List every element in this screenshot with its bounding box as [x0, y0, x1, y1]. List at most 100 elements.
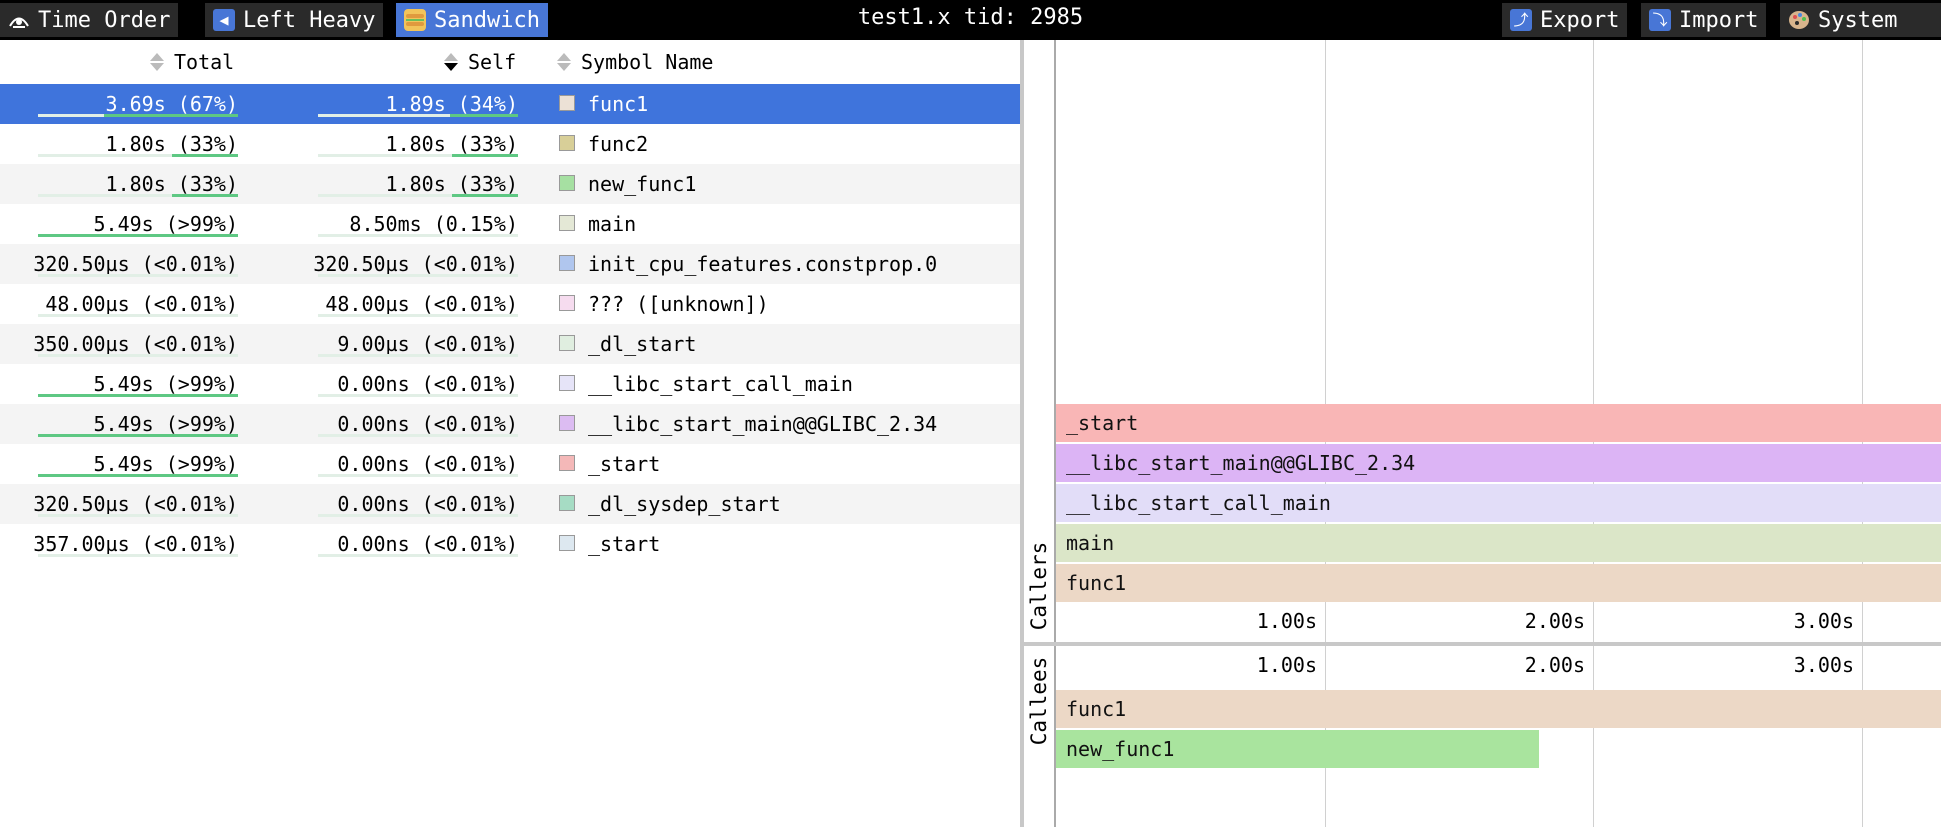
table-row[interactable]: 357.00µs (<0.01%) 0.00ns (<0.01%) _start [0, 524, 1020, 564]
callers-frame[interactable]: func1 [1056, 564, 1941, 602]
import-button[interactable]: ⤵ Import [1641, 3, 1767, 37]
color-swatch [559, 215, 575, 231]
self-value: 8.50ms (0.15%) [349, 212, 518, 236]
table-row[interactable]: 5.49s (>99%) 0.00ns (<0.01%) __libc_start_… [0, 404, 1020, 444]
sandwich-button[interactable]: Sandwich [396, 3, 548, 37]
total-bar-track [38, 154, 238, 157]
toolbar: Time Order ◀ Left Heavy Sandwich test1.x… [0, 0, 1941, 40]
self-bar [452, 194, 518, 197]
total-bar [38, 434, 238, 437]
sort-arrows-icon [557, 51, 571, 73]
self-column-header[interactable]: Self [444, 40, 516, 83]
symbol-name: _dl_start [588, 332, 697, 356]
total-bar-track [38, 234, 238, 237]
import-label: Import [1679, 7, 1759, 33]
symbol-name: func1 [588, 92, 649, 116]
color-swatch [559, 135, 575, 151]
total-bar [172, 194, 238, 197]
total-bar-track [38, 194, 238, 197]
self-value: 320.50µs (<0.01%) [313, 252, 518, 276]
symbol-column-header[interactable]: Symbol Name [557, 40, 713, 83]
table-row[interactable]: 48.00µs (<0.01%) 48.00µs (<0.01%) ??? ([un… [0, 284, 1020, 324]
table-header: Total Self Symbol Name [0, 40, 1020, 83]
self-bar-track [318, 434, 518, 437]
table-row[interactable]: 320.50µs (<0.01%) 0.00ns (<0.01%) _dl_sysd… [0, 484, 1020, 524]
self-value: 9.00µs (<0.01%) [337, 332, 518, 356]
color-swatch [559, 535, 575, 551]
total-bar-track [38, 114, 238, 117]
color-swatch [559, 335, 575, 351]
color-swatch [559, 455, 575, 471]
self-bar [452, 154, 518, 157]
left-heavy-label: Left Heavy [243, 7, 376, 33]
total-bar-track [38, 554, 238, 557]
total-value: 357.00µs (<0.01%) [33, 532, 238, 556]
sort-desc-icon [444, 51, 458, 73]
export-button[interactable]: ⤴ Export [1502, 3, 1628, 37]
self-bar-track [318, 514, 518, 517]
callers-frame[interactable]: __libc_start_main@@GLIBC_2.34 [1056, 444, 1941, 482]
total-bar-track [38, 354, 238, 357]
import-icon: ⤵ [1649, 9, 1671, 31]
self-header-label: Self [468, 49, 517, 74]
symbol-name: ??? ([unknown]) [588, 292, 769, 316]
callees-frame[interactable]: new_func1 [1056, 730, 1539, 768]
callees-label-box: Callees [1024, 646, 1054, 756]
time-order-button[interactable]: Time Order [0, 3, 179, 37]
color-swatch [559, 415, 575, 431]
export-icon: ⤴ [1510, 9, 1532, 31]
table-row[interactable]: 5.49s (>99%) 8.50ms (0.15%) main [0, 204, 1020, 244]
callees-tick-label: 1.00s [1256, 653, 1317, 677]
symbol-name: init_cpu_features.constprop.0 [588, 252, 938, 276]
symbol-name: _start [588, 532, 661, 556]
symbol-name: func2 [588, 132, 649, 156]
self-value: 48.00µs (<0.01%) [325, 292, 518, 316]
eye-icon [8, 9, 30, 31]
table-row[interactable]: 3.69s (67%) 1.89s (34%) func1 [0, 84, 1020, 124]
sandwich-label: Sandwich [434, 7, 540, 33]
self-value: 0.00ns (<0.01%) [337, 452, 518, 476]
self-value: 1.80s (33%) [385, 132, 518, 156]
self-value: 1.89s (34%) [385, 92, 518, 116]
callers-frame[interactable]: _start [1056, 404, 1941, 442]
self-bar-track [318, 274, 518, 277]
left-heavy-button[interactable]: ◀ Left Heavy [205, 3, 384, 37]
total-bar-track [38, 274, 238, 277]
self-bar [450, 114, 518, 117]
table-row[interactable]: 5.49s (>99%) 0.00ns (<0.01%) __libc_start_… [0, 364, 1020, 404]
total-bar-track [38, 514, 238, 517]
callers-callees-splitter[interactable] [1024, 642, 1941, 646]
callers-frame[interactable]: __libc_start_call_main [1056, 484, 1941, 522]
grid-line [1862, 646, 1863, 827]
self-value: 1.80s (33%) [385, 172, 518, 196]
symbol-name: __libc_start_call_main [588, 372, 853, 396]
self-bar-track [318, 474, 518, 477]
callers-tick-label: 2.00s [1524, 609, 1585, 633]
palette-icon [1788, 9, 1810, 31]
callers-tick-label: 1.00s [1256, 609, 1317, 633]
table-row[interactable]: 5.49s (>99%) 0.00ns (<0.01%) _start [0, 444, 1020, 484]
table-row[interactable]: 320.50µs (<0.01%) 320.50µs (<0.01%) init_c… [0, 244, 1020, 284]
grid-line [1593, 646, 1594, 827]
callers-label-box: Callers [1024, 530, 1054, 642]
color-swatch [559, 295, 575, 311]
self-bar-track [318, 234, 518, 237]
callees-label: Callees [1027, 656, 1051, 746]
total-value: 48.00µs (<0.01%) [45, 292, 238, 316]
table-row[interactable]: 350.00µs (<0.01%) 9.00µs (<0.01%) _dl_star… [0, 324, 1020, 364]
self-bar-track [318, 114, 518, 117]
callees-frame[interactable]: func1 [1056, 690, 1941, 728]
table-row[interactable]: 1.80s (33%) 1.80s (33%) func2 [0, 124, 1020, 164]
total-value: 5.49s (>99%) [93, 212, 239, 236]
table-row[interactable]: 1.80s (33%) 1.80s (33%) new_func1 [0, 164, 1020, 204]
total-value: 1.80s (33%) [105, 172, 238, 196]
color-swatch [559, 255, 575, 271]
total-bar-track [38, 474, 238, 477]
symbol-name: __libc_start_main@@GLIBC_2.34 [588, 412, 938, 436]
self-bar-track [318, 314, 518, 317]
system-theme-button[interactable]: System [1780, 3, 1941, 37]
total-column-header[interactable]: Total [150, 40, 234, 83]
total-value: 5.49s (>99%) [93, 452, 239, 476]
symbol-name: _dl_sysdep_start [588, 492, 781, 516]
callers-frame[interactable]: main [1056, 524, 1941, 562]
